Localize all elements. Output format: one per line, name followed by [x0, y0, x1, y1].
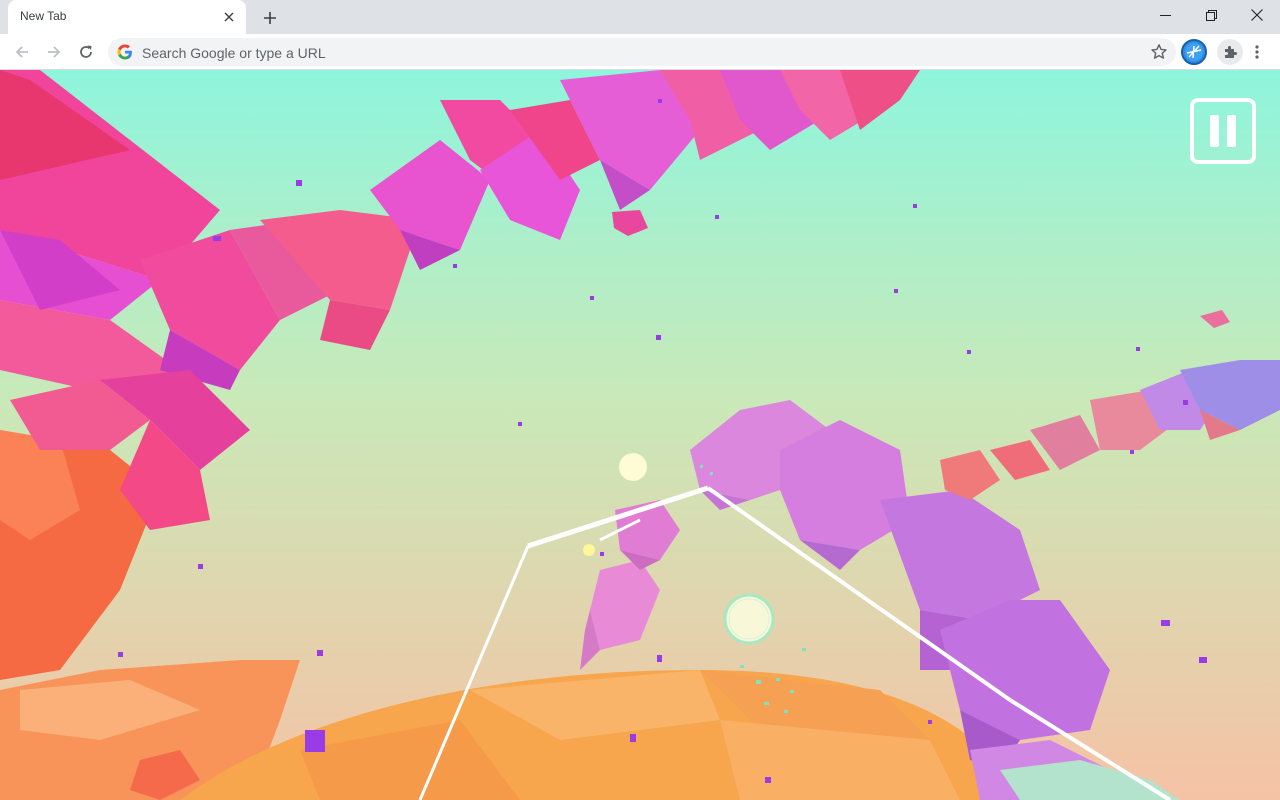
tab-title: New Tab	[20, 9, 67, 23]
pause-bar-left	[1210, 115, 1219, 147]
tab-new-tab[interactable]: New Tab	[8, 0, 246, 34]
restore-icon[interactable]	[1188, 0, 1234, 30]
pause-bar-right	[1227, 115, 1236, 147]
puzzle-extension-icon[interactable]	[1217, 39, 1243, 65]
close-icon[interactable]	[220, 8, 238, 26]
kebab-menu-icon[interactable]	[1245, 39, 1269, 65]
forward-arrow-icon[interactable]	[40, 38, 68, 66]
search-input[interactable]: Search Google or type a URL	[142, 45, 326, 61]
tab-strip: New Tab	[0, 0, 1280, 34]
back-arrow-icon[interactable]	[8, 38, 36, 66]
pause-icon[interactable]	[1190, 98, 1256, 164]
google-g-icon	[117, 44, 132, 60]
omnibox[interactable]: Search Google or type a URL	[108, 38, 1176, 66]
star-icon[interactable]	[1150, 43, 1168, 61]
profile-avatar-icon[interactable]	[1181, 39, 1207, 65]
browser-toolbar: Search Google or type a URL	[0, 34, 1280, 70]
game-viewport[interactable]	[0, 70, 1280, 800]
game-scene	[0, 70, 1280, 800]
reload-icon[interactable]	[72, 38, 100, 66]
close-window-icon[interactable]	[1234, 0, 1280, 30]
minimize-icon[interactable]	[1142, 0, 1188, 30]
plus-icon[interactable]	[258, 6, 282, 30]
